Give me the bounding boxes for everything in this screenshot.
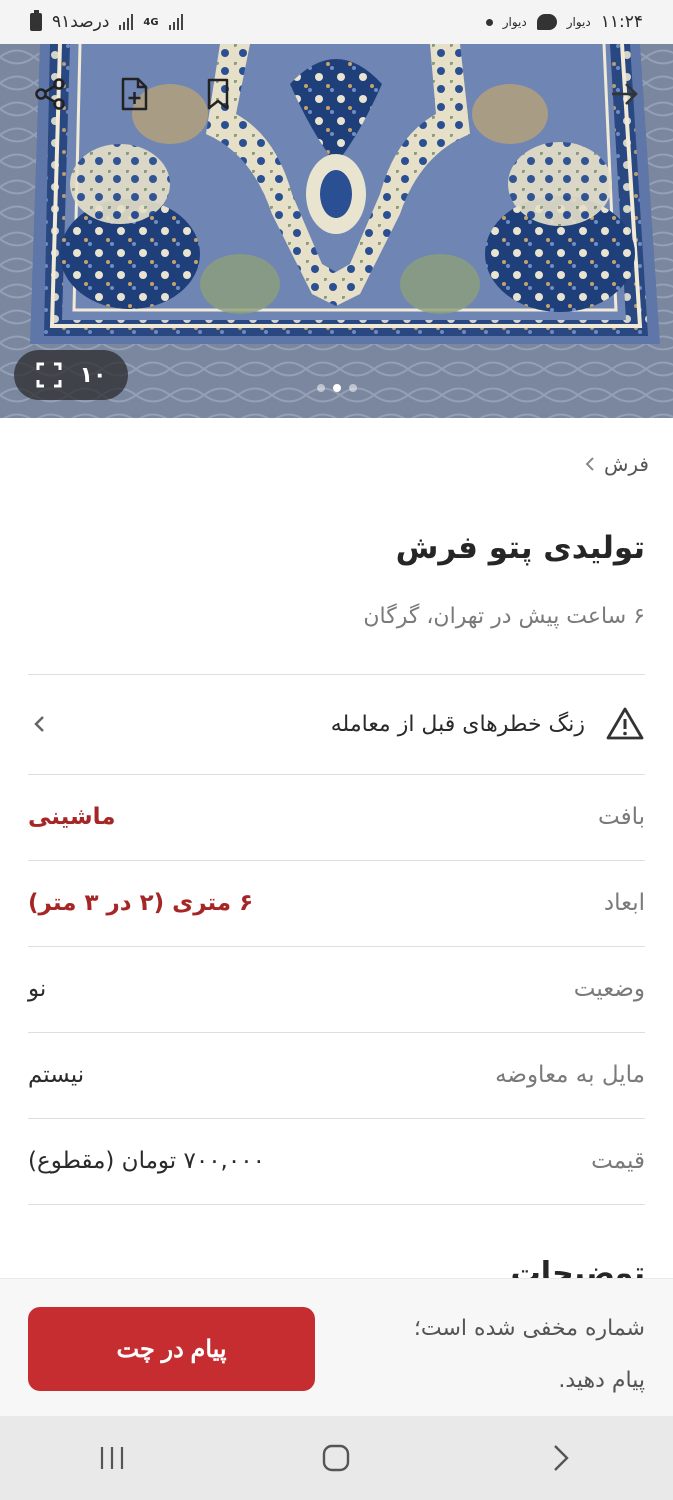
spec-row-condition: وضعیت نو <box>28 946 645 1032</box>
hidden-note-line: شماره مخفی شده است؛ <box>413 1316 645 1341</box>
spec-row-exchange: مایل به معاوضه نیستم <box>28 1032 645 1118</box>
spec-value: ۶ متری (۲ در ۳ متر) <box>28 890 254 916</box>
spec-value: ماشینی <box>28 804 116 830</box>
page-title: تولیدی پتو فرش <box>395 530 645 566</box>
share-button[interactable] <box>28 72 72 116</box>
chat-message-button[interactable]: پیام در چت <box>28 1307 315 1391</box>
pager-dot-active <box>332 384 341 392</box>
status-bar: ۹۱درصد 4G دیوار دیوار ۱۱:۲۴ <box>0 0 673 44</box>
spec-value: نیستم <box>28 1062 85 1088</box>
spec-value: نو <box>28 976 47 1002</box>
hidden-note-line: پیام دهید. <box>558 1368 645 1393</box>
pager-dot <box>316 384 325 392</box>
notification-app-label-2: دیوار <box>566 15 591 29</box>
system-back-button[interactable] <box>521 1428 601 1488</box>
clock: ۱۱:۲۴ <box>600 12 643 32</box>
notification-dot-icon <box>485 18 493 26</box>
spec-label: ابعاد <box>603 890 645 916</box>
spec-row-weave: بافت ماشینی <box>28 774 645 860</box>
contact-bar: شماره مخفی شده است؛ پیام دهید. پیام در چ… <box>0 1278 673 1416</box>
system-navigation-bar <box>0 1416 673 1500</box>
home-icon <box>323 1444 350 1472</box>
spec-label: قیمت <box>591 1148 645 1174</box>
chevron-left-icon <box>34 716 44 732</box>
divider <box>28 1204 645 1205</box>
notification-app-label: دیوار <box>502 15 527 29</box>
signal-icon <box>119 14 134 30</box>
chat-notification-icon <box>536 14 557 30</box>
warning-label: زنگ خطرهای قبل از معامله <box>330 711 585 737</box>
photo-pager <box>0 384 673 392</box>
recent-apps-icon <box>101 1447 124 1469</box>
spec-label: وضعیت <box>573 976 645 1002</box>
breadcrumb[interactable]: فرش <box>584 452 649 476</box>
bookmark-icon <box>207 78 229 110</box>
home-button[interactable] <box>296 1428 376 1488</box>
spec-row-dimensions: ابعاد ۶ متری (۲ در ۳ متر) <box>28 860 645 946</box>
spec-label: بافت <box>598 804 645 830</box>
chevron-left-icon <box>585 457 594 471</box>
hidden-number-note: شماره مخفی شده است؛ پیام دهید. <box>345 1303 645 1407</box>
breadcrumb-label: فرش <box>603 452 649 476</box>
spec-row-price: قیمت ۷۰۰,۰۰۰ تومان (مقطوع) <box>28 1118 645 1204</box>
pager-dot <box>348 384 357 392</box>
share-icon <box>35 78 65 110</box>
recent-apps-button[interactable] <box>72 1428 152 1488</box>
spec-label: مایل به معاوضه <box>495 1062 645 1088</box>
note-add-icon <box>121 77 148 111</box>
signal-icon-2 <box>168 14 183 30</box>
warning-icon <box>606 707 644 740</box>
battery-icon <box>30 10 42 31</box>
scam-warning-row[interactable]: زنگ خطرهای قبل از معامله <box>28 674 645 774</box>
back-button[interactable] <box>602 72 646 116</box>
status-right: دیوار دیوار ۱۱:۲۴ <box>485 12 643 32</box>
network-type: 4G <box>143 16 159 28</box>
post-time-location: ۶ ساعت پیش در تهران، گرگان <box>363 604 645 629</box>
battery-level: ۹۱درصد <box>52 12 110 32</box>
back-arrow-icon <box>612 83 638 105</box>
bookmark-button[interactable] <box>196 72 240 116</box>
chevron-right-icon <box>553 1445 569 1471</box>
photo-gallery-button[interactable]: ۱۰ <box>14 350 128 400</box>
status-left: ۹۱درصد 4G <box>30 10 183 32</box>
add-note-button[interactable] <box>112 72 156 116</box>
spec-value: ۷۰۰,۰۰۰ تومان (مقطوع) <box>28 1148 265 1174</box>
listing-photo[interactable]: ۱۰ <box>0 44 673 418</box>
